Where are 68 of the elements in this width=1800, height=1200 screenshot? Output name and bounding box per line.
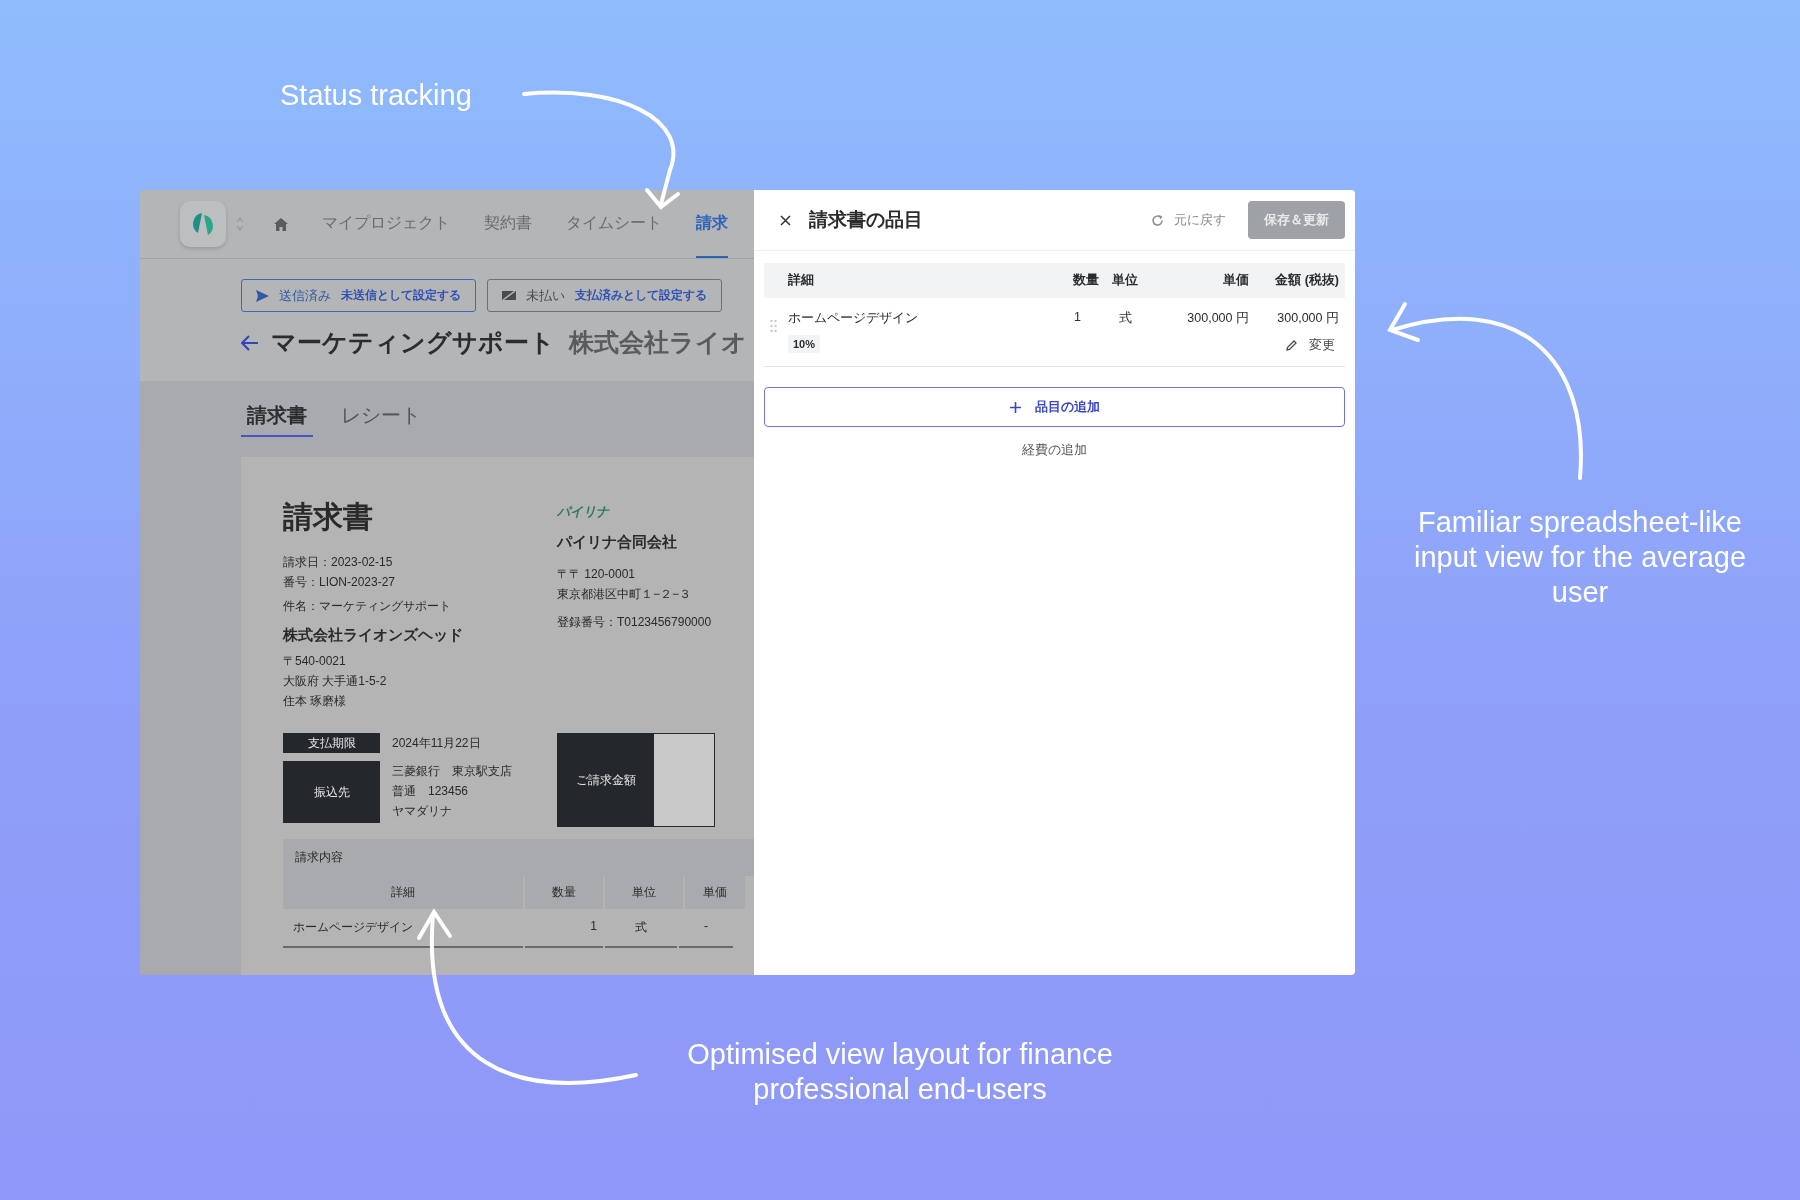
nav-tab[interactable]: 請求: [696, 190, 728, 258]
label-cell: 振込先: [283, 761, 380, 823]
client-name: 株式会社ライオンズヘッド: [283, 626, 464, 645]
column-header: 数量: [1039, 263, 1099, 298]
column-header: 単位: [605, 876, 683, 909]
label-cell: ご請求金額: [557, 733, 654, 827]
invoice-subject: 件名：マーケティングサポート: [283, 598, 452, 615]
close-icon[interactable]: [780, 214, 791, 226]
revert-button[interactable]: 元に戻す: [1145, 210, 1232, 230]
add-expense-link[interactable]: 経費の追加: [1016, 441, 1093, 460]
edit-button[interactable]: 変更: [1286, 337, 1339, 354]
issuer-name: パイリナ合同会社: [557, 533, 678, 552]
bank-detail: 三菱銀行 東京駅支店: [392, 763, 512, 780]
client-name: 株式会社ライオ: [569, 327, 747, 358]
column-header: 詳細: [283, 876, 523, 909]
annotation-text: Optimised view layout for finance professional end-users: [686, 1037, 1114, 1107]
column-header: 単位: [1099, 263, 1151, 298]
client-address: 住本 琢磨様: [283, 693, 348, 710]
refresh-icon: [1151, 213, 1164, 227]
send-icon: [256, 289, 269, 302]
drawer-title: 請求書の品目: [809, 208, 923, 232]
client-address: 大阪府 大手通1-5-2: [283, 673, 388, 690]
status-button[interactable]: 送信済み 未送信として設定する: [241, 279, 476, 312]
bank-detail: 普通 123456: [392, 783, 470, 800]
table-cell: ホームページデザイン: [283, 909, 523, 948]
pencil-icon: [1286, 340, 1297, 351]
due-date: 2024年11月22日: [392, 735, 481, 752]
table-cell: -: [679, 909, 733, 948]
tab[interactable]: 請求書: [241, 401, 313, 437]
column-header: 詳細: [788, 263, 1039, 298]
status-button[interactable]: 未払い 支払済みとして設定する: [487, 279, 722, 312]
registration-number: 登録番号：T0123456790000: [557, 614, 712, 631]
invoice-meta: 請求日：2023-02-15: [283, 554, 394, 571]
annotation-text: Familiar spreadsheet-like input view for the average user: [1412, 505, 1748, 610]
home-icon[interactable]: [274, 217, 288, 231]
issuer-logo: パイリナ: [557, 503, 611, 521]
add-item-button[interactable]: 品目の追加: [764, 387, 1345, 427]
invoice-meta: 番号：LION-2023-27: [283, 574, 397, 591]
item-detail: ホームページデザイン: [788, 310, 919, 327]
table-cell: 300,000 円: [1151, 298, 1249, 367]
issuer-address: 〒〒 120-0001: [557, 566, 637, 583]
client-address: 〒540-0021: [283, 653, 347, 670]
annotation-text: Status tracking: [280, 78, 472, 113]
invoice-heading: 請求書: [283, 499, 374, 535]
app-logo[interactable]: [180, 201, 226, 247]
column-header: 数量: [525, 876, 603, 909]
section-header: 請求内容: [283, 839, 754, 876]
drag-handle-icon[interactable]: [770, 320, 777, 332]
issuer-address: 東京都港区中町１−２−３: [557, 586, 692, 603]
tab[interactable]: レシート: [335, 401, 427, 437]
amount: 300,000 円: [1276, 310, 1339, 327]
table-cell: 式: [1099, 298, 1151, 367]
column-header: 単価: [1151, 263, 1249, 298]
card-slash-icon: [502, 290, 516, 301]
nav-tab[interactable]: タイムシート: [566, 190, 662, 258]
table-cell: 式: [605, 909, 677, 948]
bank-detail: ヤマダリナ: [392, 803, 453, 820]
nav-tab[interactable]: 契約書: [484, 190, 532, 258]
column-header: 金額 (税抜): [1249, 263, 1345, 298]
tax-rate-tag: 10%: [788, 335, 821, 353]
back-arrow-icon[interactable]: [241, 334, 259, 351]
nav-tab[interactable]: マイプロジェクト: [322, 190, 450, 258]
plus-icon: [1009, 401, 1021, 413]
table-cell: 1: [525, 909, 603, 948]
table-cell: 1: [1039, 298, 1099, 367]
column-header: 単価: [685, 876, 745, 909]
label-cell: 支払期限: [283, 733, 380, 753]
page-title: マーケティングサポート: [271, 327, 555, 358]
